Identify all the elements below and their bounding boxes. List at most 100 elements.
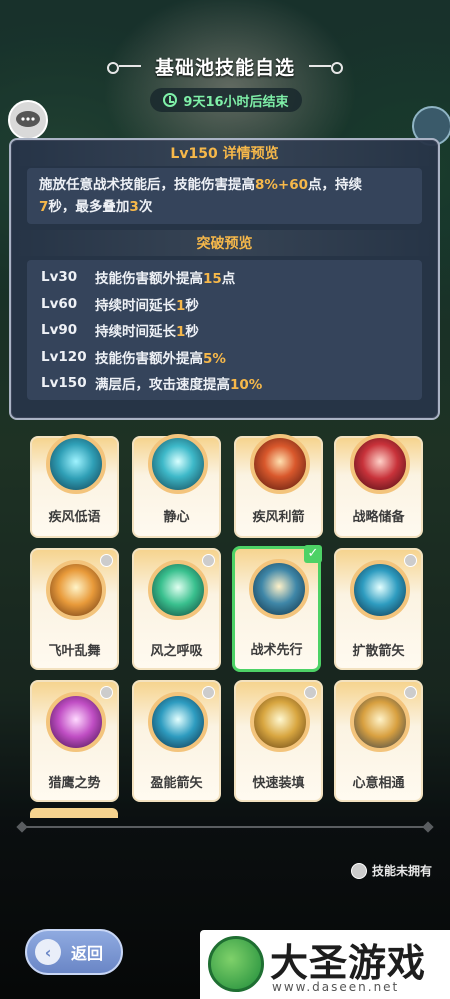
skill-card[interactable]: 静心 xyxy=(132,434,221,538)
spread-arrows-icon xyxy=(350,560,410,620)
breakthrough-text: 秒 xyxy=(185,324,199,341)
not-owned-icon xyxy=(100,554,113,567)
breakthrough-row: Lv60 持续时间延长1秒 xyxy=(41,291,408,318)
skill-detail-panel: Lv150 详情预览 施放任意战术技能后，技能伤害提高8%+60点，持续 7秒，最… xyxy=(9,138,440,420)
not-owned-icon xyxy=(202,686,215,699)
skill-card[interactable]: 风之呼吸 xyxy=(132,548,221,670)
breakthrough-row: Lv150 满层后，攻击速度提高10% xyxy=(41,370,408,397)
watermark-url: www.daseen.net xyxy=(272,980,400,994)
skill-name: 扩散箭矢 xyxy=(352,644,405,659)
desc-text: 秒，最多叠加 xyxy=(48,199,130,215)
gale-arrow-icon xyxy=(250,434,310,494)
breakthrough-row: Lv120 技能伤害额外提高5% xyxy=(41,344,408,371)
countdown-badge: 9天16小时后结束 xyxy=(150,88,302,112)
breakthrough-value: 10 xyxy=(230,377,249,394)
skill-name: 猎鹰之势 xyxy=(48,776,101,791)
header: 基础池技能自选 xyxy=(0,52,450,80)
wind-whisper-icon xyxy=(46,434,106,494)
breakthrough-level: Lv150 xyxy=(41,375,87,392)
falcon-stance-icon xyxy=(46,692,106,752)
desc-value: 7 xyxy=(39,199,49,215)
chevron-left-icon: ‹ xyxy=(35,939,61,965)
skill-card[interactable]: 疾风低语 xyxy=(30,434,119,538)
skill-card[interactable]: 猎鹰之势 xyxy=(30,680,119,802)
skill-name: 飞叶乱舞 xyxy=(48,644,101,659)
chat-button[interactable] xyxy=(8,100,48,140)
breakthrough-value: 15 xyxy=(203,271,222,288)
skill-description: 施放任意战术技能后，技能伤害提高8%+60点，持续 7秒，最多叠加3次 xyxy=(27,168,422,224)
breakthrough-text: 技能伤害额外提高 xyxy=(95,271,203,288)
skill-card[interactable]: 疾风利箭 xyxy=(234,434,323,538)
title-ornament-left-icon xyxy=(106,60,141,74)
breakthrough-text: 技能伤害额外提高 xyxy=(95,350,203,367)
desc-value: 3 xyxy=(129,199,139,215)
breakthrough-level: Lv60 xyxy=(41,295,78,312)
desc-value: 8% xyxy=(255,177,278,193)
breakthrough-text: 满层后，攻击速度提高 xyxy=(95,377,230,394)
breakthrough-value: 5 xyxy=(203,350,213,367)
countdown-text: 9天16小时后结束 xyxy=(183,94,289,110)
clock-icon xyxy=(163,93,178,107)
next-row-card-edge xyxy=(30,808,118,818)
wind-breath-icon xyxy=(148,560,208,620)
not-owned-icon xyxy=(404,554,417,567)
skill-name: 战术先行 xyxy=(250,643,303,658)
watermark: 大圣游戏网 www.daseen.net xyxy=(200,930,450,999)
charged-arrow-icon xyxy=(148,692,208,752)
page-title: 基础池技能自选 xyxy=(154,56,295,79)
skill-card-selected[interactable]: ✓ 战术先行 xyxy=(232,545,322,672)
divider xyxy=(22,826,428,828)
not-owned-icon xyxy=(351,862,367,879)
skill-name: 心意相通 xyxy=(352,776,405,791)
skill-name: 疾风低语 xyxy=(48,510,101,525)
desc-value: 60 xyxy=(289,177,309,193)
breakthrough-row: Lv30 技能伤害额外提高15点 xyxy=(41,264,408,291)
quick-reload-icon xyxy=(250,692,310,752)
heart-link-icon xyxy=(350,692,410,752)
skill-card[interactable]: 快速装填 xyxy=(234,680,323,802)
skill-name: 静心 xyxy=(163,510,190,525)
skill-name: 风之呼吸 xyxy=(150,644,203,659)
skill-name: 盈能箭矢 xyxy=(150,776,203,791)
desc-value: + xyxy=(277,177,290,193)
site-logo-icon xyxy=(208,936,264,992)
breakthrough-value: 1 xyxy=(176,324,186,341)
not-owned-icon xyxy=(304,686,317,699)
calm-heart-icon xyxy=(148,434,208,494)
breakthrough-text: % xyxy=(212,350,226,367)
breakthrough-text: 持续时间延长 xyxy=(95,297,176,314)
breakthrough-title: 突破预览 xyxy=(11,230,438,256)
skill-name: 疾风利箭 xyxy=(252,510,305,525)
back-button[interactable]: ‹ 返回 xyxy=(25,929,123,975)
strategy-reserve-icon xyxy=(350,434,410,494)
desc-text: 施放任意战术技能后，技能伤害提高 xyxy=(39,177,255,193)
legend: 技能未拥有 xyxy=(351,862,432,879)
legend-label: 技能未拥有 xyxy=(372,864,433,878)
skill-name: 战略储备 xyxy=(352,510,405,525)
breakthrough-level: Lv120 xyxy=(41,348,87,365)
breakthrough-row: Lv90 持续时间延长1秒 xyxy=(41,317,408,344)
not-owned-icon xyxy=(404,686,417,699)
skill-card[interactable]: 盈能箭矢 xyxy=(132,680,221,802)
breakthrough-level: Lv90 xyxy=(41,322,78,339)
desc-text: 点，持续 xyxy=(308,177,363,193)
desc-text: 次 xyxy=(138,199,153,215)
skill-card[interactable]: 心意相通 xyxy=(334,680,423,802)
skill-name: 快速装填 xyxy=(252,776,305,791)
skill-card[interactable]: 战略储备 xyxy=(334,434,423,538)
checkmark-icon: ✓ xyxy=(304,545,322,563)
breakthrough-text: 持续时间延长 xyxy=(95,324,176,341)
tactics-first-icon xyxy=(249,559,309,619)
breakthrough-list: Lv30 技能伤害额外提高15点 Lv60 持续时间延长1秒 Lv90 持续时间延长1… xyxy=(27,260,422,400)
title-ornament-right-icon xyxy=(309,60,343,72)
chat-bubble-icon xyxy=(16,111,40,127)
breakthrough-value: 1 xyxy=(176,297,186,314)
back-label: 返回 xyxy=(71,944,104,963)
skill-card[interactable]: 扩散箭矢 xyxy=(334,548,423,670)
detail-title: Lv150 详情预览 xyxy=(11,140,438,166)
breakthrough-text: % xyxy=(248,377,263,394)
flying-leaves-icon xyxy=(46,560,106,620)
breakthrough-text: 秒 xyxy=(185,297,199,314)
not-owned-icon xyxy=(202,554,215,567)
skill-card[interactable]: 飞叶乱舞 xyxy=(30,548,119,670)
